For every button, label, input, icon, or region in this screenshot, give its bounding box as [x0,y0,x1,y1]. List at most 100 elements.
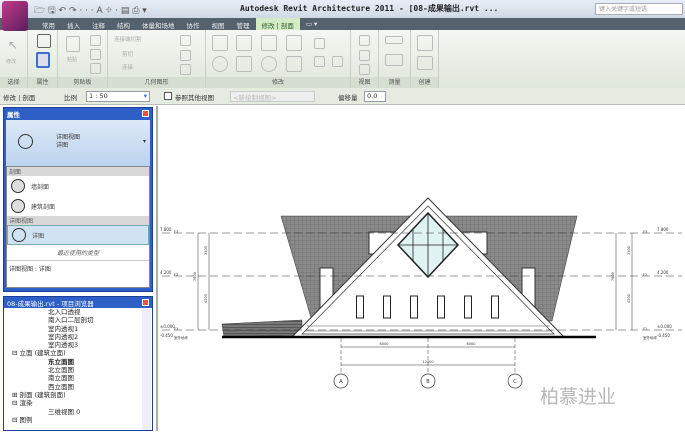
level-label: 7.800 [657,227,669,232]
browser-item[interactable]: ⊟ 渲染 [4,399,152,407]
ribbon-tab[interactable]: 体量和场地 [136,18,181,30]
context-label: 修改 | 剖面 [3,94,36,102]
stair [221,319,303,338]
scrollbar[interactable] [142,309,151,430]
array-icon[interactable] [314,56,325,67]
type-selector[interactable]: 详图视图 详图 ▾ [6,120,150,166]
measure-icon[interactable] [385,54,403,66]
level-label: 4.200 [657,270,669,275]
view-icon[interactable] [359,35,370,46]
level-name: F3 [174,230,178,234]
geometry-icon[interactable] [180,35,191,46]
browser-item[interactable]: 三维视图 0 [4,408,152,416]
match-icon[interactable] [90,63,101,74]
expand-toggle-icon[interactable]: ⊟ [12,349,20,357]
browser-item[interactable]: ⊟ 图例 [4,416,152,424]
ribbon-tab[interactable]: 常用 [36,18,61,30]
reference-checkbox[interactable] [164,92,172,100]
properties-icon[interactable] [36,52,50,68]
ribbon-tab[interactable]: 修改 | 剖面 [255,18,300,30]
panel-clipboard[interactable]: 粘贴 剪贴板 [58,30,108,88]
paste-icon[interactable] [66,36,80,52]
create-icon[interactable] [417,56,433,70]
type-option[interactable]: 墙剖面 [7,176,149,196]
panel-create[interactable]: 创建 [411,30,439,88]
scale-select[interactable]: 1 : 50 ▾ [86,91,150,102]
recent-type-item[interactable]: 详图视图 : 详图 [7,261,149,276]
copy-icon[interactable] [90,49,101,60]
type-option[interactable]: 建筑剖面 [7,196,149,216]
create-icon[interactable] [417,35,433,51]
properties-title: 属性 [7,111,20,119]
properties-palette: 属性 详图视图 详图 ▾ 剖面 墙剖面 建筑剖面 详图视图 详图 最近使用的类型… [3,107,153,292]
ribbon-tab[interactable]: 结构 [111,18,136,30]
view-icon[interactable] [359,64,370,75]
ribbon-tabs: 常用 插入 注释 结构 体量和场地 协作 视图 管理 修改 | 剖面 ▭ ▾ [0,18,685,30]
browser-item[interactable]: 北立面图 [4,366,152,374]
ribbon-tab[interactable]: 协作 [181,18,206,30]
rotate-icon[interactable] [261,56,277,72]
ribbon-tab[interactable]: 管理 [231,18,256,30]
dimension-text: 7800 [193,272,197,281]
browser-item[interactable]: 南立面图 [4,374,152,382]
reference-view-select[interactable]: <新绘制视图> [230,91,315,102]
panel-properties[interactable]: 属性 [28,30,58,88]
panel-measure[interactable]: 测量 [379,30,411,88]
offset-input[interactable]: 0.0 [364,91,386,102]
view-icon[interactable] [359,50,370,61]
browser-item[interactable]: 室内透视1 [4,325,152,333]
dimension-text: 4200 [204,294,208,303]
browser-item[interactable]: 西立面图 [4,383,152,391]
panel-select[interactable]: ↖ 修改 选择 [0,30,28,88]
expand-toggle-icon[interactable]: ⊞ [12,391,20,399]
browser-item[interactable]: 南入口二层剖切 [4,316,152,324]
panel-geometry[interactable]: 连接端切割 剪切 连接 几何图形 [108,30,206,88]
ribbon-tab[interactable]: 视图 [206,18,231,30]
dimension-text: 4200 [627,294,631,303]
level-name: F2 [643,273,647,277]
split-icon[interactable] [314,38,325,49]
type-properties-icon[interactable] [37,34,51,48]
options-bar: 修改 | 剖面 比例 1 : 50 ▾ 参照其他视图 <新绘制视图> 偏移量 0.… [0,88,685,105]
mirror-draw-icon[interactable] [286,35,302,51]
ribbon-tab[interactable]: ▭ ▾ [300,18,323,30]
geometry-icon[interactable] [180,64,191,75]
level-name: 室外地坪 [174,335,188,340]
ribbon-tab[interactable]: 注释 [86,18,111,30]
align-icon[interactable] [212,35,228,51]
level-label: ±0.000 [160,324,175,329]
panel-view[interactable]: 视图 [351,30,379,88]
expand-toggle-icon[interactable]: ⊟ [12,416,20,424]
dimension-icon[interactable] [385,36,403,44]
geometry-icon[interactable] [180,50,191,61]
close-icon[interactable] [142,110,149,117]
reference-label: 参照其他视图 [175,94,214,102]
chevron-down-icon: ▾ [142,138,146,145]
copy-icon[interactable] [236,56,252,72]
chevron-down-icon: ▾ [143,92,147,100]
browser-item[interactable]: ⊟ 立面 (建筑立面) [4,349,152,357]
mirror-icon[interactable] [261,35,277,51]
section-icon [11,179,25,193]
application-menu-button[interactable] [2,1,28,31]
ribbon-tab[interactable]: 插入 [61,18,86,30]
type-option-selected[interactable]: 详图 [7,225,149,245]
quick-access-toolbar[interactable]: 🗁 🖫 ↶ ↷ · · · A ⌖ · ▤ ⎙ ▾ [34,3,147,19]
search-input[interactable]: 键入关键字或短语 [595,3,683,15]
level-label: 7.800 [160,227,172,232]
close-icon[interactable] [142,299,149,306]
cut-icon[interactable] [90,35,101,46]
window [356,295,364,319]
panel-modify[interactable]: 修改 [206,30,351,88]
trim-icon[interactable] [286,56,302,72]
expand-toggle-icon[interactable]: ⊟ [12,399,20,407]
browser-item[interactable]: 东立面图 [4,358,152,366]
browser-item[interactable]: 室内透视2 [4,333,152,341]
window [464,295,472,319]
window-title: Autodesk Revit Architecture 2011 - [08-成… [240,4,499,13]
delete-icon[interactable] [332,56,343,67]
offset-icon[interactable] [236,35,252,51]
detail-view-icon [18,134,33,149]
move-icon[interactable] [212,56,228,72]
level-label: -0.450 [657,333,670,338]
